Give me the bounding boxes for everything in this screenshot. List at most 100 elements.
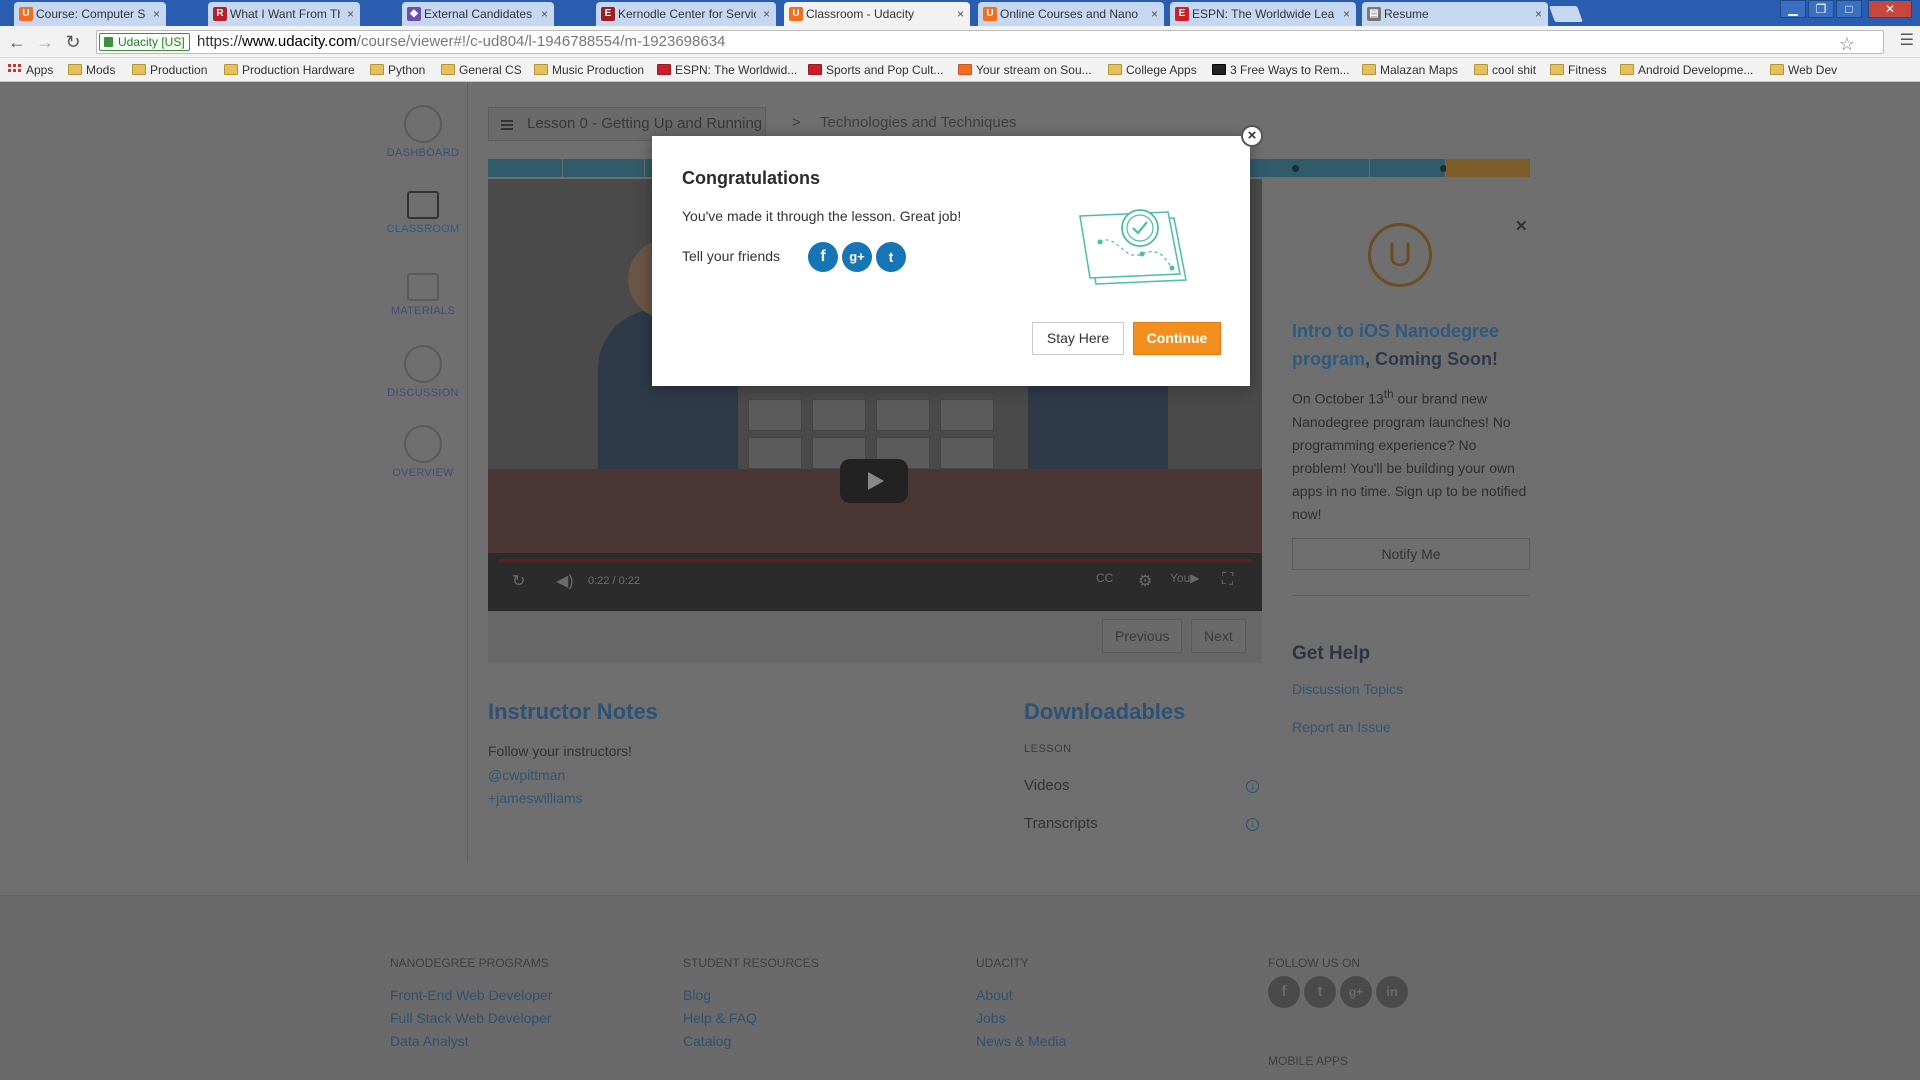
bookmark-folder[interactable]: Production Hardware <box>224 62 355 78</box>
maximize-window-button[interactable]: □ <box>1836 0 1862 18</box>
nav-overview[interactable]: OVERVIEW <box>378 425 468 479</box>
bookmark-folder[interactable]: Mods <box>68 62 115 78</box>
discussion-topics-link[interactable]: Discussion Topics <box>1292 681 1403 697</box>
bookmark-label: Your stream on Sou... <box>976 63 1092 77</box>
bookmark-link[interactable]: Sports and Pop Cult... <box>808 62 943 78</box>
youtube-icon[interactable]: You▶ <box>1170 571 1199 585</box>
browser-tab[interactable]: R What I Want From The Ne × <box>208 2 360 26</box>
reload-icon[interactable]: ↻ <box>62 32 84 53</box>
footer-link[interactable]: Help & FAQ <box>683 1010 757 1026</box>
download-videos[interactable]: Videos <box>1024 777 1070 794</box>
report-issue-link[interactable]: Report an Issue <box>1292 719 1391 735</box>
bookmark-star-icon[interactable]: ☆ <box>1839 33 1855 55</box>
bookmark-folder[interactable]: Python <box>370 62 425 78</box>
footer-heading: FOLLOW US ON <box>1268 956 1361 970</box>
bookmark-folder[interactable]: Malazan Maps <box>1362 62 1458 78</box>
twitter-icon[interactable]: t <box>1304 976 1336 1008</box>
footer-link[interactable]: Data Analyst <box>390 1033 469 1049</box>
bookmark-folder[interactable]: General CS <box>441 62 522 78</box>
bookmark-link[interactable]: 3 Free Ways to Rem... <box>1212 62 1350 78</box>
progress-segment[interactable] <box>1370 159 1446 177</box>
restore-window-button[interactable]: ❐ <box>1808 0 1834 18</box>
facebook-icon[interactable]: f <box>1268 976 1300 1008</box>
forward-icon[interactable]: → <box>34 32 56 53</box>
browser-tab-active[interactable]: U Classroom - Udacity × <box>784 2 970 26</box>
url-scheme: https:// <box>197 33 243 50</box>
bookmark-folder[interactable]: cool shit <box>1474 62 1536 78</box>
next-button[interactable]: Next <box>1191 619 1246 653</box>
progress-segment[interactable] <box>488 159 563 177</box>
close-tab-icon[interactable]: × <box>1343 2 1350 26</box>
close-tab-icon[interactable]: × <box>763 2 770 26</box>
volume-icon[interactable]: ◀) <box>556 571 574 591</box>
nav-classroom[interactable]: CLASSROOM <box>378 183 468 235</box>
browser-tab[interactable]: ◆ External Candidates Gate × <box>402 2 554 26</box>
bookmark-link[interactable]: ESPN: The Worldwid... <box>657 62 797 78</box>
close-promo-icon[interactable]: ✕ <box>1515 217 1528 235</box>
bookmark-link[interactable]: Your stream on Sou... <box>958 62 1092 78</box>
nav-dashboard[interactable]: DASHBOARD <box>378 105 468 159</box>
security-badge[interactable]: Udacity [US] <box>99 33 190 51</box>
footer-link[interactable]: About <box>976 987 1013 1003</box>
linkedin-icon[interactable]: in <box>1376 976 1408 1008</box>
bookmark-folder[interactable]: Production <box>132 62 207 78</box>
browser-tab[interactable]: U Online Courses and Nano × <box>978 2 1164 26</box>
progress-segment[interactable] <box>563 159 645 177</box>
browser-tab[interactable]: E Kernodle Center for Servic × <box>596 2 776 26</box>
stay-here-button[interactable]: Stay Here <box>1032 322 1124 355</box>
new-tab-button[interactable] <box>1549 6 1583 22</box>
bookmark-folder[interactable]: Web Dev <box>1770 62 1837 78</box>
footer-link[interactable]: Front-End Web Developer <box>390 987 552 1003</box>
close-tab-icon[interactable]: × <box>1535 2 1542 26</box>
nav-discussion[interactable]: DISCUSSION <box>378 345 468 399</box>
address-bar[interactable]: Udacity [US] https://www.udacity.com/cou… <box>96 30 1884 54</box>
continue-button[interactable]: Continue <box>1133 322 1221 355</box>
close-tab-icon[interactable]: × <box>347 2 354 26</box>
captions-icon[interactable]: CC <box>1096 571 1113 585</box>
download-icon[interactable]: ↓ <box>1246 780 1259 793</box>
breadcrumb-separator: > <box>792 114 801 131</box>
replay-icon[interactable]: ↻ <box>512 571 525 591</box>
bookmark-folder[interactable]: Fitness <box>1550 62 1607 78</box>
fullscreen-icon[interactable]: ⛶ <box>1222 571 1233 589</box>
progress-current-segment[interactable] <box>1446 159 1530 177</box>
share-google-plus-icon[interactable]: g+ <box>842 242 872 272</box>
url-host: www.udacity.com <box>242 33 357 50</box>
browser-tab[interactable]: ▤ Resume × <box>1362 2 1548 26</box>
minimize-window-button[interactable]: ▁ <box>1780 0 1806 18</box>
video-scrubber[interactable] <box>498 559 1252 562</box>
footer-link[interactable]: Blog <box>683 987 711 1003</box>
modal-close-icon[interactable]: × <box>1241 125 1263 147</box>
menu-icon[interactable]: ☰ <box>1900 30 1914 50</box>
browser-tab[interactable]: U Course: Computer Science × <box>14 2 166 26</box>
bookmark-folder[interactable]: Android Developme... <box>1620 62 1753 78</box>
browser-tab[interactable]: E ESPN: The Worldwide Lea × <box>1170 2 1356 26</box>
notify-me-button[interactable]: Notify Me <box>1292 538 1530 570</box>
settings-gear-icon[interactable]: ⚙ <box>1138 571 1152 591</box>
close-tab-icon[interactable]: × <box>1151 2 1158 26</box>
footer-link[interactable]: Catalog <box>683 1033 731 1049</box>
back-icon[interactable]: ← <box>6 32 28 53</box>
instructor-link[interactable]: @cwpittman <box>488 767 565 783</box>
share-facebook-icon[interactable]: f <box>808 242 838 272</box>
close-tab-icon[interactable]: × <box>541 2 548 26</box>
download-transcripts[interactable]: Transcripts <box>1024 815 1098 832</box>
nav-materials[interactable]: MATERIALS <box>378 265 468 317</box>
bookmark-folder[interactable]: Music Production <box>534 62 644 78</box>
close-window-button[interactable]: ✕ <box>1868 0 1912 18</box>
footer-link[interactable]: News & Media <box>976 1033 1066 1049</box>
download-icon[interactable]: ↓ <box>1246 818 1259 831</box>
previous-button[interactable]: Previous <box>1102 619 1183 653</box>
bookmark-apps[interactable]: Apps <box>8 62 53 78</box>
instructor-link[interactable]: +jameswilliams <box>488 790 583 806</box>
close-tab-icon[interactable]: × <box>957 2 964 26</box>
footer-link[interactable]: Jobs <box>976 1010 1006 1026</box>
play-button-icon[interactable] <box>840 459 908 503</box>
google-plus-icon[interactable]: g+ <box>1340 976 1372 1008</box>
progress-segment[interactable] <box>1288 159 1370 177</box>
share-twitter-icon[interactable]: t <box>876 242 906 272</box>
close-tab-icon[interactable]: × <box>153 2 160 26</box>
bookmark-label: Web Dev <box>1788 63 1838 77</box>
bookmark-folder[interactable]: College Apps <box>1108 62 1197 78</box>
footer-link[interactable]: Full Stack Web Developer <box>390 1010 552 1026</box>
